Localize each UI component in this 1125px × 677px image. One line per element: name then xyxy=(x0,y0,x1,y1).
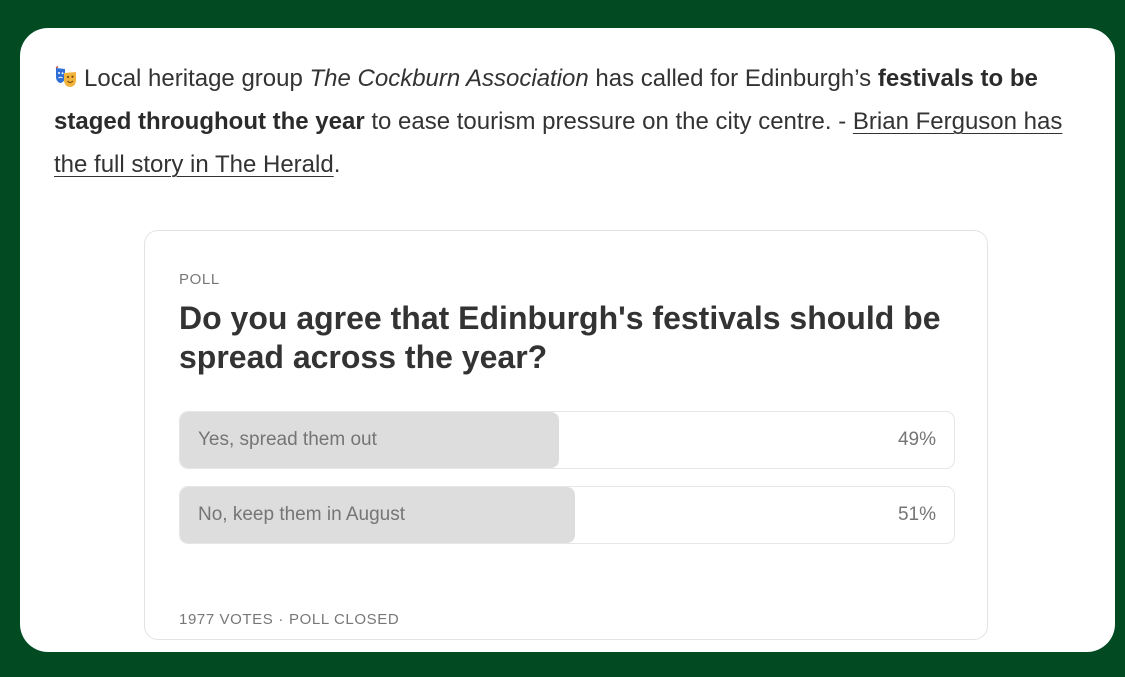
poll-option-yes-label: Yes, spread them out xyxy=(198,429,377,450)
post-card: Local heritage group The Cockburn Associ… xyxy=(20,28,1115,652)
poll-question: Do you agree that Edinburgh's festivals … xyxy=(179,300,941,375)
poll-option-yes[interactable]: Yes, spread them out 49% xyxy=(179,411,955,469)
org-name: The Cockburn Association xyxy=(309,65,589,92)
poll-option-no-label: No, keep them in August xyxy=(198,504,406,525)
intro-text-before: Local heritage group xyxy=(84,65,310,92)
intro-text-end: . xyxy=(333,151,341,178)
intro-text-after: to ease tourism pressure on the city cen… xyxy=(364,108,853,135)
poll-label: POLL xyxy=(179,271,220,288)
poll-footer: 1977 VOTES · POLL CLOSED xyxy=(179,611,399,628)
intro-text-middle: has called for Edinburgh’s xyxy=(588,65,878,92)
poll-option-no-percent: 51% xyxy=(897,504,936,525)
post-intro-text: Local heritage group The Cockburn Associ… xyxy=(54,57,1094,186)
poll-status: POLL CLOSED xyxy=(289,611,400,628)
poll-option-no[interactable]: No, keep them in August 51% xyxy=(179,486,955,544)
poll-vote-count: 1977 VOTES xyxy=(179,611,274,628)
poll-option-yes-percent: 49% xyxy=(897,429,936,450)
performing-arts-masks-icon xyxy=(55,65,76,87)
poll-box: POLL Do you agree that Edinburgh's festi… xyxy=(144,230,988,640)
poll-footer-separator: · xyxy=(278,611,284,628)
